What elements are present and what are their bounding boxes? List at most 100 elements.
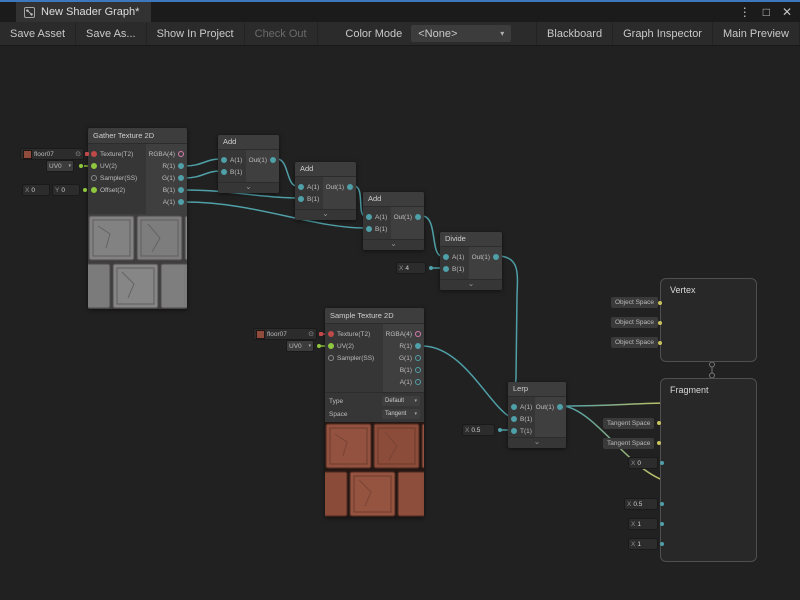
lerp-t-value-field[interactable]: X 0.5 [462,424,495,436]
collapse-chevron-icon[interactable]: ⌄ [295,209,356,220]
port-b-in[interactable] [298,196,304,202]
save-asset-button[interactable]: Save Asset [0,22,76,45]
port-a-in[interactable] [221,157,227,163]
port-rgba-out[interactable] [178,151,184,157]
default-port-stub [657,441,661,445]
port-out[interactable] [557,404,563,410]
node-add-2[interactable]: Add A(1) B(1) Out(1) ⌄ [295,162,356,220]
port-label: A(1) [520,404,532,411]
node-lerp[interactable]: Lerp A(1) B(1) T(1) Out(1) ⌄ [508,382,566,448]
port-sampler-in[interactable] [91,175,97,181]
port-a-out[interactable] [178,199,184,205]
collapse-chevron-icon[interactable]: ⌄ [363,239,424,250]
node-gather-texture-2d[interactable]: Gather Texture 2D Texture(T2) UV(2) Samp… [88,128,187,309]
port-out[interactable] [493,254,499,260]
port-label: G(1) [399,355,412,362]
port-uv-in[interactable] [328,343,334,349]
port-out[interactable] [347,184,353,190]
port-r-out[interactable] [415,343,421,349]
node-title: Add [363,192,424,207]
gather-uv-channel-dropdown[interactable]: UV0 ▾ [46,160,74,172]
port-out[interactable] [270,157,276,163]
alpha-value-field[interactable]: X 1 [628,538,658,550]
port-label: Out(1) [536,404,554,411]
port-g-out[interactable] [415,355,421,361]
node-title: Add [295,162,356,177]
port-rgba-out[interactable] [415,331,421,337]
port-a-in[interactable] [298,184,304,190]
port-b-out[interactable] [415,367,421,373]
port-label: R(1) [162,163,175,170]
object-picker-icon[interactable]: ⊙ [308,331,314,338]
chevron-down-icon: ▾ [500,29,504,38]
sample-uv-channel-dropdown[interactable]: UV0 ▾ [286,340,314,352]
port-a-in[interactable] [511,404,517,410]
space-dropdown[interactable]: Tangent▾ [382,409,420,419]
field-value: 0.5 [471,427,480,434]
port-b-in[interactable] [443,266,449,272]
port-sampler-in[interactable] [328,355,334,361]
port-t-in[interactable] [511,428,517,434]
collapse-chevron-icon[interactable]: ⌄ [218,182,279,193]
port-a-out[interactable] [415,379,421,385]
port-label: A(1) [452,254,464,261]
gather-offset-x-field[interactable]: X 0 [22,184,50,196]
field-value: 4 [405,265,409,272]
sample-texture-object-field[interactable]: floor07 ⊙ [253,328,317,340]
more-menu-icon[interactable]: ⋮ [739,5,751,19]
type-dropdown[interactable]: Default▾ [382,396,420,406]
color-mode-dropdown[interactable]: <None> ▾ [411,25,511,42]
object-picker-icon[interactable]: ⊙ [75,151,81,158]
ambient-occlusion-value-field[interactable]: X 1 [628,518,658,530]
smoothness-value-field[interactable]: X 0.5 [624,498,658,510]
graph-inspector-toggle-button[interactable]: Graph Inspector [613,22,713,45]
maximize-icon[interactable]: □ [763,5,770,19]
color-mode-value: <None> [418,28,457,40]
show-in-project-button[interactable]: Show In Project [147,22,245,45]
port-texture-in[interactable] [91,151,97,157]
axis-label: X [631,521,635,528]
blackboard-toggle-button[interactable]: Blackboard [536,22,613,45]
port-b-out[interactable] [178,187,184,193]
tab-shader-graph[interactable]: New Shader Graph* [16,2,151,22]
port-b-in[interactable] [221,169,227,175]
port-label: B(1) [400,367,412,374]
port-b-in[interactable] [366,226,372,232]
port-label: B(1) [452,266,464,273]
port-label: A(1) [307,184,319,191]
save-as-button[interactable]: Save As... [76,22,147,45]
collapse-chevron-icon[interactable]: ⌄ [440,279,502,290]
port-a-in[interactable] [366,214,372,220]
default-port-stub [660,522,664,526]
port-a-in[interactable] [443,254,449,260]
node-sample-texture-2d[interactable]: Sample Texture 2D Texture(T2) UV(2) Samp… [325,308,424,517]
metallic-value-field[interactable]: X 0 [628,457,658,469]
default-port-stub [660,542,664,546]
space-label: Space [329,411,347,418]
port-g-out[interactable] [178,175,184,181]
port-label: R(1) [399,343,412,350]
port-label: Out(1) [394,214,412,221]
port-texture-in[interactable] [328,331,334,337]
close-icon[interactable]: ✕ [782,5,792,19]
divide-b-value-field[interactable]: X 4 [396,262,426,274]
node-add-1[interactable]: Add A(1) B(1) Out(1) ⌄ [218,135,279,193]
port-label: B(1) [163,187,175,194]
main-preview-toggle-button[interactable]: Main Preview [713,22,800,45]
vertex-context-block[interactable]: Vertex [660,278,757,362]
axis-label: X [631,460,635,467]
node-add-3[interactable]: Add A(1) B(1) Out(1) ⌄ [363,192,424,250]
gather-offset-y-field[interactable]: Y 0 [52,184,80,196]
port-label: Sampler(SS) [100,175,137,182]
collapse-chevron-icon[interactable]: ⌄ [508,437,566,448]
port-out[interactable] [415,214,421,220]
port-label: Texture(T2) [337,331,370,338]
node-divide[interactable]: Divide A(1) B(1) Out(1) ⌄ [440,232,502,290]
port-r-out[interactable] [178,163,184,169]
fragment-context-block[interactable]: Fragment [660,378,757,562]
axis-label: X [631,541,635,548]
gather-texture-object-field[interactable]: floor07 ⊙ [20,148,84,160]
port-offset-in[interactable] [91,187,97,193]
port-b-in[interactable] [511,416,517,422]
port-uv-in[interactable] [91,163,97,169]
